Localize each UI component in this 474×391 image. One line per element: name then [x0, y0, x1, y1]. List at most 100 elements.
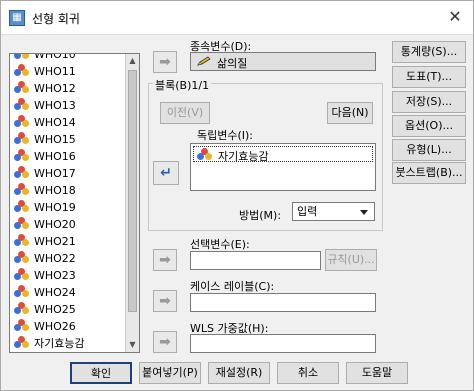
- variable-list-item[interactable]: WHO22: [14, 251, 76, 267]
- left-arrow-icon: ↵: [160, 165, 172, 181]
- scroll-up-icon[interactable]: ▲: [126, 54, 139, 68]
- variable-list-item[interactable]: WHO23: [14, 268, 76, 284]
- variable-list-item[interactable]: WHO13: [14, 98, 76, 114]
- source-variable-list[interactable]: 자기효능감 WHO26 WHO25 WHO24 WHO23 WHO22 WHO21 WHO20…: [9, 53, 140, 353]
- variable-label: WHO24: [34, 286, 76, 299]
- help-button[interactable]: 도움말: [346, 362, 408, 384]
- app-icon: ▦: [9, 10, 25, 26]
- independent-item[interactable]: 자기효능감: [193, 146, 373, 163]
- variable-label: WHO23: [34, 269, 76, 282]
- save-button[interactable]: 저장(S)...: [392, 91, 466, 113]
- variable-list-item[interactable]: WHO21: [14, 234, 76, 250]
- variable-label: WHO26: [34, 320, 76, 333]
- scale-variable-icon: [14, 64, 30, 76]
- variable-list-scrollbar[interactable]: ▲ ▼: [125, 54, 139, 352]
- move-to-dependent-button[interactable]: ➡: [153, 51, 177, 73]
- statistics-button[interactable]: 통계량(S)...: [392, 41, 466, 63]
- variable-label: WHO12: [34, 82, 76, 95]
- variable-label: WHO11: [34, 65, 76, 78]
- variable-list-item[interactable]: WHO25: [14, 302, 76, 318]
- scale-variable-icon: [14, 166, 30, 178]
- variable-list-item[interactable]: WHO14: [14, 115, 76, 131]
- variable-list-item[interactable]: WHO18: [14, 183, 76, 199]
- variable-label: WHO19: [34, 201, 76, 214]
- dialog-window: ▦ 선형 회귀 ✕ 자기효능감 WHO26 WHO25 WHO24 WHO23 WHO22…: [0, 0, 474, 391]
- scale-variable-icon: [14, 183, 30, 195]
- right-arrow-icon: ➡: [159, 293, 171, 309]
- dependent-value: 삶의질: [217, 57, 248, 70]
- scale-variable-icon: [14, 234, 30, 246]
- variable-label: WHO15: [34, 133, 76, 146]
- chevron-down-icon: [360, 210, 368, 215]
- reset-button[interactable]: 재설정(R): [208, 362, 270, 384]
- wls-field[interactable]: [190, 334, 376, 353]
- ok-button[interactable]: 확인: [70, 362, 132, 384]
- variable-list-item[interactable]: WHO10: [14, 53, 76, 63]
- scale-variable-icon: [197, 148, 213, 160]
- variable-list-item[interactable]: WHO15: [14, 132, 76, 148]
- variable-list-item[interactable]: WHO24: [14, 285, 76, 301]
- scale-variable-icon: [14, 115, 30, 127]
- rule-button[interactable]: 규칙(U)...: [325, 249, 377, 271]
- scroll-thumb[interactable]: [128, 70, 137, 312]
- dependent-field[interactable]: 삶의질: [190, 52, 376, 71]
- paste-button[interactable]: 붙여넣기(P): [139, 362, 201, 384]
- pencil-icon: [197, 56, 211, 66]
- options-button[interactable]: 옵션(O)...: [392, 115, 466, 137]
- block-next-button[interactable]: 다음(N): [327, 102, 373, 124]
- scale-variable-icon: [14, 81, 30, 93]
- scale-variable-icon: [14, 54, 30, 59]
- selection-label: 선택변수(E):: [190, 238, 250, 251]
- scale-variable-icon: [14, 217, 30, 229]
- cancel-button[interactable]: 취소: [277, 362, 339, 384]
- scale-variable-icon: [14, 251, 30, 263]
- scale-variable-icon: [14, 336, 30, 348]
- method-select[interactable]: 입력: [292, 202, 375, 221]
- block-prev-button[interactable]: 이전(V): [160, 102, 210, 124]
- variable-label: WHO22: [34, 252, 76, 265]
- block-title: 블록(B)1/1: [153, 77, 212, 93]
- scale-variable-icon: [14, 200, 30, 212]
- plots-button[interactable]: 도표(T)...: [392, 66, 466, 88]
- variable-list-item[interactable]: WHO11: [14, 64, 76, 80]
- method-value: 입력: [297, 205, 318, 218]
- right-arrow-icon: ➡: [159, 54, 171, 70]
- method-label: 방법(M):: [239, 209, 282, 222]
- window-title: 선형 회귀: [32, 12, 80, 26]
- variable-label: WHO21: [34, 235, 76, 248]
- scale-variable-icon: [14, 319, 30, 331]
- bootstrap-button[interactable]: 붓스트랩(B)...: [392, 162, 466, 184]
- scale-variable-icon: [14, 285, 30, 297]
- variable-list-item[interactable]: WHO19: [14, 200, 76, 216]
- variable-list-item[interactable]: WHO16: [14, 149, 76, 165]
- scale-variable-icon: [14, 149, 30, 161]
- independent-item-label: 자기효능감: [218, 150, 269, 163]
- style-button[interactable]: 유형(L)...: [392, 139, 466, 161]
- variable-list-item[interactable]: WHO20: [14, 217, 76, 233]
- move-to-selection-button[interactable]: ➡: [153, 249, 177, 271]
- scale-variable-icon: [14, 268, 30, 280]
- scale-variable-icon: [14, 132, 30, 144]
- selection-field[interactable]: [190, 251, 321, 270]
- move-to-case-label-button[interactable]: ➡: [153, 290, 177, 312]
- variable-label: WHO10: [34, 53, 76, 61]
- variable-list-item[interactable]: WHO26: [14, 319, 76, 335]
- variable-label: WHO14: [34, 116, 76, 129]
- variable-list-item[interactable]: 자기효능감: [14, 336, 85, 352]
- variable-list-item[interactable]: WHO17: [14, 166, 76, 182]
- variable-list-item[interactable]: WHO12: [14, 81, 76, 97]
- variable-label: WHO18: [34, 184, 76, 197]
- scroll-down-icon[interactable]: ▼: [126, 338, 139, 352]
- close-button[interactable]: ✕: [445, 7, 465, 27]
- variable-label: WHO20: [34, 218, 76, 231]
- scale-variable-icon: [14, 302, 30, 314]
- independent-list[interactable]: 자기효능감: [190, 143, 376, 191]
- independent-label: 독립변수(I):: [197, 129, 254, 142]
- variable-label: WHO16: [34, 150, 76, 163]
- case-label-field[interactable]: [190, 293, 376, 312]
- right-arrow-icon: ➡: [159, 252, 171, 268]
- right-arrow-icon: ➡: [159, 334, 171, 350]
- case-label-label: 케이스 레이블(C):: [190, 280, 275, 293]
- move-to-wls-button[interactable]: ➡: [153, 331, 177, 353]
- move-to-independent-button[interactable]: ↵: [153, 161, 179, 185]
